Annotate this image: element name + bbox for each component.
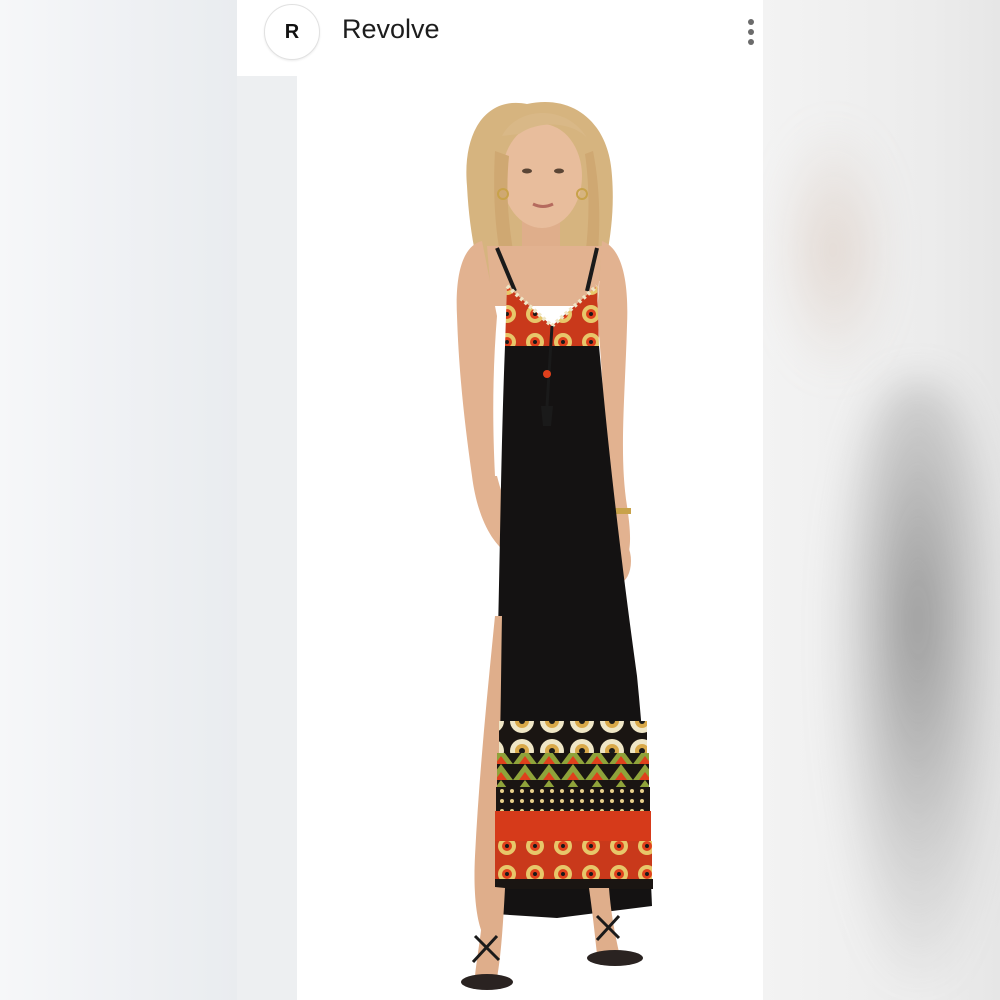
blurred-backdrop-right bbox=[763, 0, 1000, 1000]
listing-card: R Revolve bbox=[237, 0, 763, 1000]
model-in-dress-illustration bbox=[456, 101, 653, 990]
screen: R Revolve bbox=[0, 0, 1000, 1000]
seller-name[interactable]: Revolve bbox=[342, 14, 440, 45]
more-options-button[interactable] bbox=[737, 12, 765, 52]
seller-avatar[interactable]: R bbox=[264, 4, 320, 60]
listing-header: R Revolve bbox=[237, 0, 763, 70]
blurred-backdrop-left bbox=[0, 0, 237, 1000]
more-vertical-icon bbox=[748, 19, 754, 45]
avatar-letter: R bbox=[284, 20, 300, 43]
product-photo[interactable] bbox=[297, 76, 763, 1000]
image-side-strip bbox=[237, 76, 297, 1000]
